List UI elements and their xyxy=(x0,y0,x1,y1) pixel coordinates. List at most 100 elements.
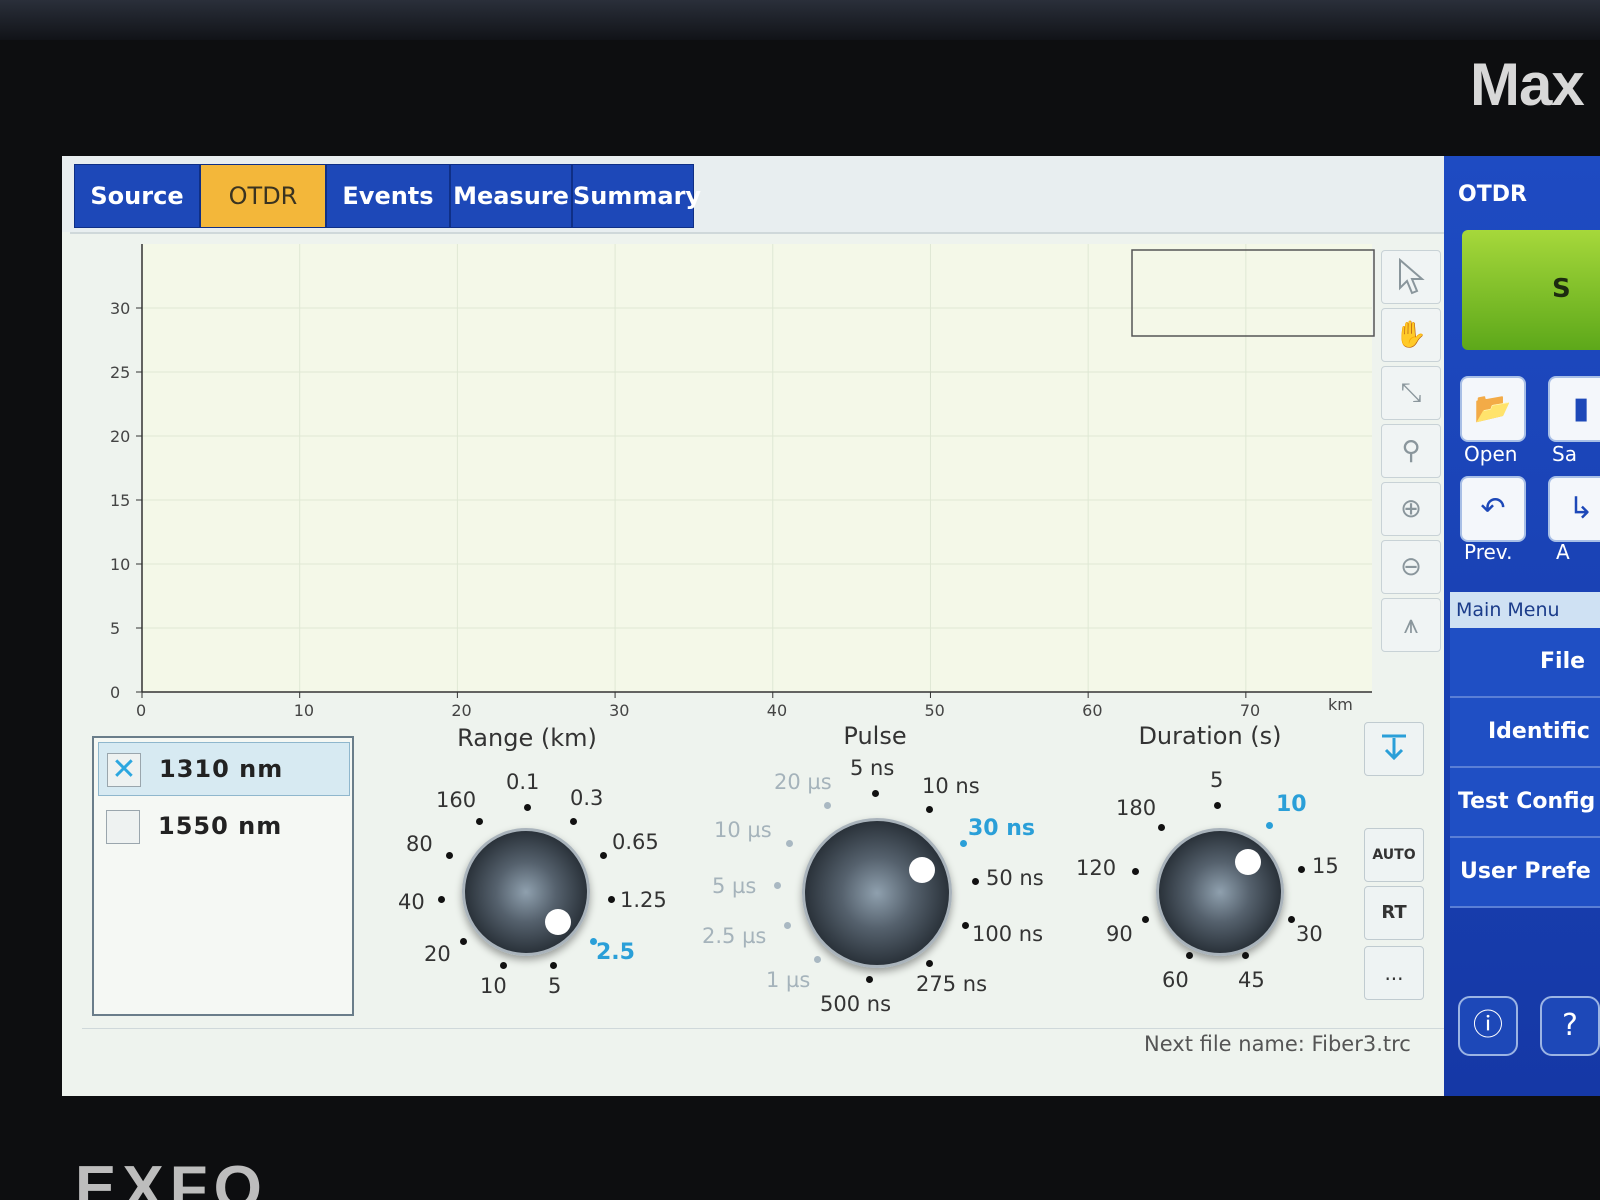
info-button[interactable]: ⓘ xyxy=(1458,996,1518,1056)
device-brand-top: Max xyxy=(1470,51,1585,118)
device-bezel xyxy=(0,0,1600,40)
range-tick xyxy=(476,818,483,825)
wavelength-label: 1550 nm xyxy=(158,812,283,840)
otdr-trace-chart[interactable]: 0 10 20 30 40 50 60 70 0 5 10 15 20 25 30 km xyxy=(92,236,1382,736)
range-option-5[interactable]: 5 xyxy=(548,974,561,998)
scroll-down-button[interactable] xyxy=(1364,722,1424,776)
x-tick-label: 40 xyxy=(767,701,787,720)
more-icon: ... xyxy=(1384,961,1404,985)
pulse-option-2.5us: 2.5 µs xyxy=(702,924,767,948)
range-tick xyxy=(524,804,531,811)
y-tick-label: 15 xyxy=(110,491,130,510)
start-label: S xyxy=(1552,274,1571,304)
duration-knob[interactable] xyxy=(1156,828,1284,956)
panel-title: OTDR xyxy=(1458,182,1527,207)
tab-otdr[interactable]: OTDR xyxy=(200,164,326,228)
menu-item-identification[interactable]: Identific xyxy=(1450,698,1600,768)
duration-option-30[interactable]: 30 xyxy=(1296,922,1323,946)
tab-bar: Source OTDR Events Measure Summary xyxy=(62,156,1482,232)
range-option-0.3[interactable]: 0.3 xyxy=(570,786,603,810)
knob-indicator xyxy=(909,857,935,883)
cursor-arrow-icon xyxy=(1399,257,1425,295)
open-button[interactable]: 📂 xyxy=(1460,376,1526,442)
range-option-20[interactable]: 20 xyxy=(424,942,451,966)
real-time-button[interactable]: RT xyxy=(1364,886,1424,940)
y-tick-label: 25 xyxy=(110,363,130,382)
duration-option-90[interactable]: 90 xyxy=(1106,922,1133,946)
full-view-tool[interactable]: ⩚ xyxy=(1381,598,1441,652)
menu-item-user-preferences[interactable]: User Prefe xyxy=(1450,838,1600,908)
duration-knob-title: Duration (s) xyxy=(1138,722,1282,750)
pulse-tick xyxy=(824,802,831,809)
y-tick-label: 10 xyxy=(110,555,130,574)
hand-icon: ✋ xyxy=(1394,320,1428,350)
range-knob[interactable] xyxy=(462,828,590,956)
checkbox-unchecked-icon[interactable] xyxy=(106,810,140,844)
pulse-option-275ns[interactable]: 275 ns xyxy=(916,972,987,996)
range-option-1.25[interactable]: 1.25 xyxy=(620,888,667,912)
range-tick-selected xyxy=(590,938,597,945)
x-tick-label: 60 xyxy=(1082,701,1102,720)
right-panel: OTDR S 📂 Open ▮ Sa ↶ Prev. ↳ A Main Menu… xyxy=(1444,156,1600,1096)
range-knob-title: Range (km) xyxy=(457,724,597,752)
duration-option-10-selected[interactable]: 10 xyxy=(1276,792,1307,817)
wavelength-item-1310[interactable]: ✕ 1310 nm xyxy=(98,742,350,796)
zoom-in-tool[interactable]: ⊕ xyxy=(1381,482,1441,536)
auto-gear-icon: AUTO xyxy=(1372,847,1416,863)
more-options-button[interactable]: ... xyxy=(1364,946,1424,1000)
duration-option-120[interactable]: 120 xyxy=(1076,856,1116,880)
duration-tick xyxy=(1158,824,1165,831)
pulse-option-500ns[interactable]: 500 ns xyxy=(820,992,891,1016)
start-button[interactable]: S xyxy=(1462,230,1600,350)
duration-tick-selected xyxy=(1266,822,1273,829)
pulse-tick xyxy=(786,840,793,847)
range-option-0.1[interactable]: 0.1 xyxy=(506,770,539,794)
previous-label: Prev. xyxy=(1464,540,1513,564)
pulse-tick-selected xyxy=(960,840,967,847)
pulse-option-100ns[interactable]: 100 ns xyxy=(972,922,1043,946)
zoom-area-tool[interactable]: ⤡ xyxy=(1381,366,1441,420)
pulse-option-10ns[interactable]: 10 ns xyxy=(922,774,980,798)
plot-area xyxy=(142,244,1372,692)
pointer-tool[interactable] xyxy=(1381,250,1441,304)
x-tick-label: 20 xyxy=(451,701,471,720)
zoom-1-1-tool[interactable]: ⚲ xyxy=(1381,424,1441,478)
duration-option-15[interactable]: 15 xyxy=(1312,854,1339,878)
range-option-40[interactable]: 40 xyxy=(398,890,425,914)
menu-item-file[interactable]: File xyxy=(1450,628,1600,698)
range-tick xyxy=(438,896,445,903)
tab-source[interactable]: Source xyxy=(74,164,200,228)
checkbox-checked-icon[interactable]: ✕ xyxy=(107,753,141,787)
device-screen: Source OTDR Events Measure Summary 0 10 20… xyxy=(62,156,1600,1096)
range-option-80[interactable]: 80 xyxy=(406,832,433,856)
duration-option-5[interactable]: 5 xyxy=(1210,768,1223,792)
range-option-160[interactable]: 160 xyxy=(436,788,476,812)
analyze-button[interactable]: ↳ xyxy=(1548,476,1600,542)
tab-events[interactable]: Events xyxy=(326,164,450,228)
pulse-option-50ns[interactable]: 50 ns xyxy=(986,866,1044,890)
previous-button[interactable]: ↶ xyxy=(1460,476,1526,542)
duration-option-60[interactable]: 60 xyxy=(1162,968,1189,992)
wavelength-item-1550[interactable]: 1550 nm xyxy=(98,800,348,852)
menu-item-test-config[interactable]: Test Config xyxy=(1450,768,1600,838)
tab-measure[interactable]: Measure xyxy=(450,164,572,228)
range-option-0.65[interactable]: 0.65 xyxy=(612,830,659,854)
duration-option-180[interactable]: 180 xyxy=(1116,796,1156,820)
tab-summary[interactable]: Summary xyxy=(572,164,701,228)
help-button[interactable]: ? xyxy=(1540,996,1600,1056)
zoom-area-icon: ⤡ xyxy=(1400,378,1422,408)
range-option-10[interactable]: 10 xyxy=(480,974,507,998)
previous-icon: ↶ xyxy=(1480,491,1506,526)
zoom-out-tool[interactable]: ⊖ xyxy=(1381,540,1441,594)
auto-settings-button[interactable]: AUTO xyxy=(1364,828,1424,882)
range-option-2.5-selected[interactable]: 2.5 xyxy=(596,940,635,965)
pulse-knob[interactable] xyxy=(802,818,952,968)
pulse-option-30ns-selected[interactable]: 30 ns xyxy=(968,816,1035,841)
save-button[interactable]: ▮ xyxy=(1548,376,1600,442)
y-tick-label: 30 xyxy=(110,299,130,318)
duration-tick xyxy=(1214,802,1221,809)
pan-tool[interactable]: ✋ xyxy=(1381,308,1441,362)
duration-option-45[interactable]: 45 xyxy=(1238,968,1265,992)
y-tick-label: 5 xyxy=(110,619,120,638)
pulse-option-5ns[interactable]: 5 ns xyxy=(850,756,894,780)
